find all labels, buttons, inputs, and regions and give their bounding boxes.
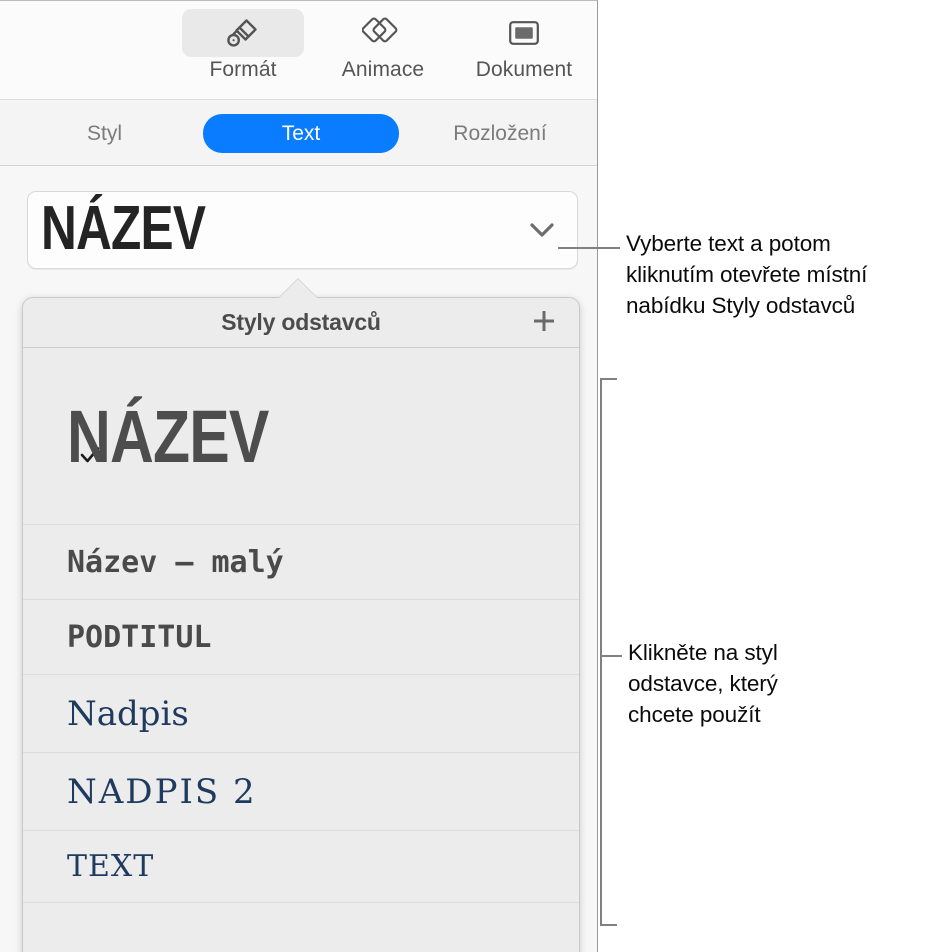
tab-text[interactable]: Text [203, 114, 399, 153]
tab-rozlozeni-label: Rozložení [453, 121, 547, 145]
inspector-segmented-tabs: Styl Text Rozložení [0, 101, 597, 166]
list-item-label: PODTITUL [67, 619, 212, 655]
list-item-label: NÁZEV [67, 394, 269, 478]
tab-rozlozeni[interactable]: Rozložení [425, 114, 575, 153]
document-icon [506, 18, 542, 48]
tab-animation-icon-container [322, 9, 444, 57]
tab-document[interactable]: Dokument [460, 9, 588, 95]
tab-document-label: Dokument [475, 58, 573, 81]
popover-tail [278, 279, 318, 299]
callout-annotation-area: Vyberte text a potom kliknutím otevřete … [558, 0, 926, 952]
tab-animation-label: Animace [341, 58, 425, 81]
paragraph-styles-popover: Styly odstavců NÁZEV Název – malý PODTIT… [22, 297, 580, 952]
paragraph-style-list: NÁZEV Název – malý PODTITUL Nadpis NADPI… [23, 348, 579, 943]
list-item-partial[interactable] [23, 903, 579, 943]
list-item[interactable]: NADPIS 2 [23, 753, 579, 831]
list-item[interactable]: TEXT [23, 831, 579, 903]
tab-styl[interactable]: Styl [62, 114, 147, 153]
add-style-button[interactable] [527, 304, 561, 338]
inspector-icon-toolbar: Formát Animace Dokument [0, 1, 597, 100]
format-inspector-panel: Formát Animace Dokument Styl Text Rozlož… [0, 0, 598, 952]
plus-icon [529, 306, 559, 336]
tab-animation[interactable]: Animace [322, 9, 444, 95]
list-item[interactable]: NÁZEV [23, 348, 579, 525]
popover-title: Styly odstavců [221, 309, 381, 335]
callout-2-bracket [600, 378, 617, 926]
list-item-label: TEXT [67, 849, 155, 884]
paragraph-style-picker-button[interactable]: NÁZEV [27, 191, 578, 269]
tab-text-label: Text [281, 121, 321, 145]
tab-format[interactable]: Formát [182, 9, 304, 95]
list-item-label: NADPIS 2 [67, 771, 257, 812]
tab-format-label: Formát [209, 58, 277, 81]
tab-styl-label: Styl [86, 121, 122, 145]
paragraph-style-picker-value: NÁZEV [41, 194, 206, 263]
tab-document-icon-container [460, 9, 588, 57]
popover-header: Styly odstavců [23, 298, 579, 348]
diamonds-icon [362, 14, 404, 52]
list-item-label: Nadpis [67, 693, 189, 734]
list-item-label: Název – malý [67, 544, 284, 580]
chevron-down-icon[interactable] [529, 220, 555, 240]
tab-format-icon-container [182, 9, 304, 57]
callout-1-leader-line [558, 247, 620, 249]
callout-2-leader-line [600, 655, 622, 657]
list-item[interactable]: Nadpis [23, 675, 579, 753]
callout-2-text: Klikněte na styl odstavce, který chcete … [628, 640, 778, 727]
list-item[interactable]: Název – malý [23, 525, 579, 600]
paintbrush-icon [224, 14, 262, 52]
callout-1-text: Vyberte text a potom kliknutím otevřete … [626, 231, 868, 318]
list-item[interactable]: PODTITUL [23, 600, 579, 675]
